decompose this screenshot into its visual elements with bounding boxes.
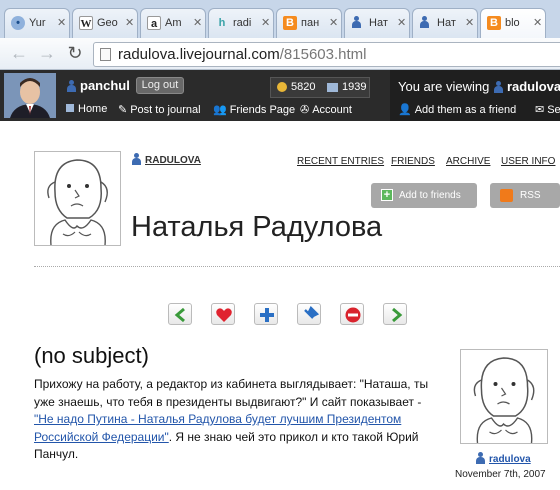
h-icon: h: [218, 17, 226, 29]
viewing-panel: You are viewing radulova 👤 Add them as a …: [390, 70, 560, 121]
lj-user-icon: [419, 16, 433, 30]
browser-tab-active[interactable]: B blo ✕: [480, 8, 546, 38]
next-entry-button[interactable]: [383, 303, 407, 325]
avatar[interactable]: [4, 73, 56, 118]
add-entry-button[interactable]: [254, 303, 278, 325]
page-icon: [100, 48, 111, 61]
browser-tab[interactable]: B пан ✕: [276, 8, 342, 38]
blogger-icon: B: [487, 16, 501, 30]
wikipedia-icon: W: [79, 16, 93, 30]
home-icon: [66, 104, 74, 112]
viewing-user[interactable]: radulova: [507, 79, 560, 94]
forward-arrow-icon[interactable]: →: [36, 43, 58, 65]
add-to-friends-button[interactable]: + Add to friends: [371, 183, 477, 208]
browser-tab[interactable]: a Am ✕: [140, 8, 206, 38]
entry-userpic[interactable]: [460, 349, 548, 444]
send-icon: ✉: [535, 104, 545, 116]
blogger-icon: B: [283, 16, 297, 30]
browser-tab[interactable]: W Geo ✕: [72, 8, 138, 38]
messages-icon: [327, 83, 338, 92]
close-icon[interactable]: ✕: [533, 16, 542, 29]
next-icon: [392, 307, 403, 323]
rss-icon: [500, 189, 513, 202]
menu-archive[interactable]: ARCHIVE: [446, 156, 490, 167]
lj-user-icon: [351, 16, 365, 30]
close-icon[interactable]: ✕: [329, 16, 338, 29]
journal-title: Наталья Радулова: [131, 211, 383, 243]
menu-recent-entries[interactable]: RECENT ENTRIES: [297, 156, 384, 167]
nav-friends-page[interactable]: 👥 Friends Page: [213, 103, 295, 116]
user-icon: [475, 452, 486, 464]
close-icon[interactable]: ✕: [57, 16, 66, 29]
plus-icon: +: [381, 189, 393, 201]
current-user[interactable]: panchul: [66, 78, 130, 93]
entry-date: November 7th, 2007: [455, 469, 546, 480]
entry-body: Прихожу на работу, а редактор из кабинет…: [34, 377, 429, 461]
globe-icon: •: [11, 16, 25, 30]
counters: 5820 1939: [270, 77, 370, 98]
address-bar[interactable]: radulova.livejournal.com/815603.html: [93, 42, 560, 67]
journal-userpic[interactable]: [34, 151, 121, 246]
user-icon: [493, 81, 504, 93]
wrench-icon: ✇: [300, 104, 310, 116]
nav-post[interactable]: ✎ Post to journal: [118, 103, 201, 116]
add-friend-link[interactable]: 👤 Add them as a friend: [398, 103, 516, 116]
browser-tab-strip: • Yur ✕ W Geo ✕ a Am ✕ h radi ✕ B пан ✕ Нат ✕ …: [0, 0, 560, 38]
nav-home[interactable]: Home: [66, 103, 107, 115]
messages-count[interactable]: 1939: [342, 78, 366, 97]
menu-friends[interactable]: FRIENDS: [391, 156, 435, 167]
add-user-icon: 👤: [398, 104, 412, 116]
send-link[interactable]: ✉Send: [535, 103, 560, 116]
pencil-icon: ✎: [118, 104, 128, 116]
page: • Yur ✕ W Geo ✕ a Am ✕ h radi ✕ B пан ✕ Нат ✕ …: [0, 0, 560, 490]
divider: [34, 266, 560, 267]
browser-toolbar: ← → ↻ radulova.livejournal.com/815603.ht…: [0, 38, 560, 70]
browser-tab[interactable]: Нат ✕: [412, 8, 478, 38]
tag-entry-button[interactable]: [297, 303, 321, 325]
browser-tab[interactable]: h radi ✕: [208, 8, 274, 38]
points-icon: [277, 82, 287, 92]
close-icon[interactable]: ✕: [125, 16, 134, 29]
back-arrow-icon[interactable]: ←: [8, 43, 30, 65]
nav-account[interactable]: ✇ Account: [300, 103, 352, 116]
friends-icon: 👥: [213, 104, 227, 116]
prev-entry-button[interactable]: [168, 303, 192, 325]
close-icon[interactable]: ✕: [193, 16, 202, 29]
close-icon[interactable]: ✕: [465, 16, 474, 29]
pin-icon: [304, 306, 319, 319]
plus-icon: [260, 308, 274, 322]
close-icon[interactable]: ✕: [261, 16, 270, 29]
entry-poster[interactable]: radulova: [475, 452, 531, 465]
rss-button[interactable]: RSS: [490, 183, 560, 208]
heart-icon: [216, 308, 232, 322]
prev-icon: [174, 307, 185, 323]
lj-bar: panchul Log out 5820 1939 Home ✎ Post to …: [0, 70, 560, 121]
reload-icon[interactable]: ↻: [64, 43, 86, 65]
browser-tab[interactable]: • Yur ✕: [4, 8, 70, 38]
user-icon: [66, 80, 77, 92]
journal-nick[interactable]: RADULOVA: [131, 153, 201, 166]
browser-tab[interactable]: Нат ✕: [344, 8, 410, 38]
stop-icon: [345, 307, 361, 323]
memories-button[interactable]: [211, 303, 235, 325]
entry-subject: (no subject): [34, 343, 149, 368]
flag-entry-button[interactable]: [340, 303, 364, 325]
logout-button[interactable]: Log out: [136, 77, 184, 94]
menu-user-info[interactable]: USER INFO: [501, 156, 555, 167]
points-count[interactable]: 5820: [291, 78, 315, 97]
amazon-icon: a: [147, 16, 161, 30]
close-icon[interactable]: ✕: [397, 16, 406, 29]
user-icon: [131, 153, 142, 165]
